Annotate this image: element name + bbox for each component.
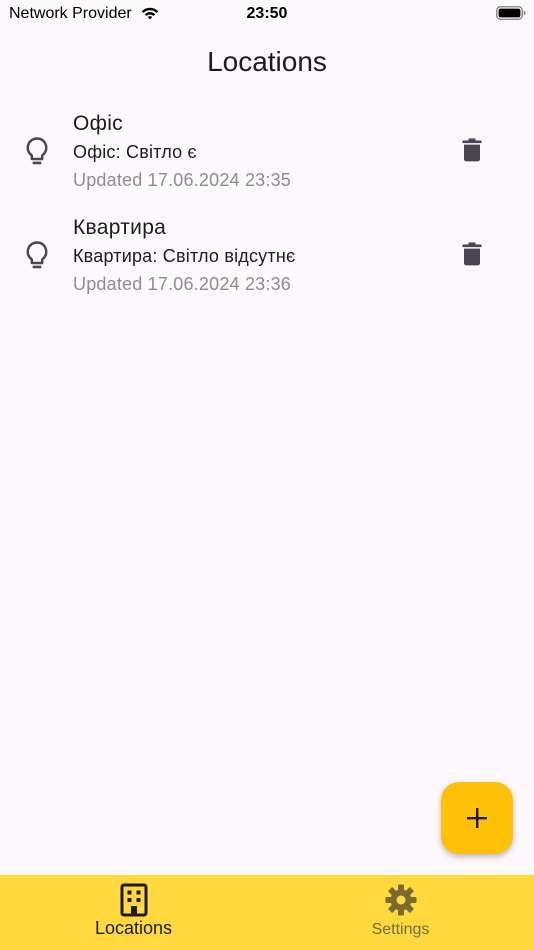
nav-label-settings: Settings xyxy=(371,921,430,938)
location-list: Офіс Офіс: Світло є Updated 17.06.2024 2… xyxy=(0,104,534,312)
location-status: Офіс: Світло є xyxy=(73,142,197,162)
location-title: Квартира xyxy=(73,216,167,239)
battery-icon xyxy=(496,6,526,20)
lightbulb-icon xyxy=(26,137,48,165)
location-title: Офіс xyxy=(73,112,123,135)
status-bar: Network Provider 23:50 xyxy=(0,0,534,28)
list-item[interactable]: Офіс Офіс: Світло є Updated 17.06.2024 2… xyxy=(0,104,534,208)
add-location-button[interactable] xyxy=(441,782,513,854)
lightbulb-icon xyxy=(26,241,48,269)
location-text: Квартира Квартира: Світло відсутнє Updat… xyxy=(73,214,443,298)
trash-icon xyxy=(462,138,482,162)
nav-label-locations: Locations xyxy=(94,918,173,938)
location-updated: Updated 17.06.2024 23:36 xyxy=(73,274,291,294)
location-updated: Updated 17.06.2024 23:35 xyxy=(73,170,291,190)
building-icon xyxy=(120,883,147,917)
delete-button[interactable] xyxy=(452,130,492,170)
nav-item-locations[interactable]: Locations xyxy=(0,875,267,950)
list-item[interactable]: Квартира Квартира: Світло відсутнє Updat… xyxy=(0,208,534,312)
location-status: Квартира: Світло відсутнє xyxy=(73,246,296,266)
bottom-navigation: Locations Settings xyxy=(0,875,534,950)
page-title: Locations xyxy=(207,46,327,77)
plus-icon xyxy=(467,808,487,828)
trash-icon xyxy=(462,242,482,266)
app-bar: Locations xyxy=(0,40,534,86)
nav-item-settings[interactable]: Settings xyxy=(267,875,534,950)
clock-time: 23:50 xyxy=(246,5,288,22)
delete-button[interactable] xyxy=(452,234,492,274)
gear-icon xyxy=(385,884,416,916)
location-text: Офіс Офіс: Світло є Updated 17.06.2024 2… xyxy=(73,110,443,194)
